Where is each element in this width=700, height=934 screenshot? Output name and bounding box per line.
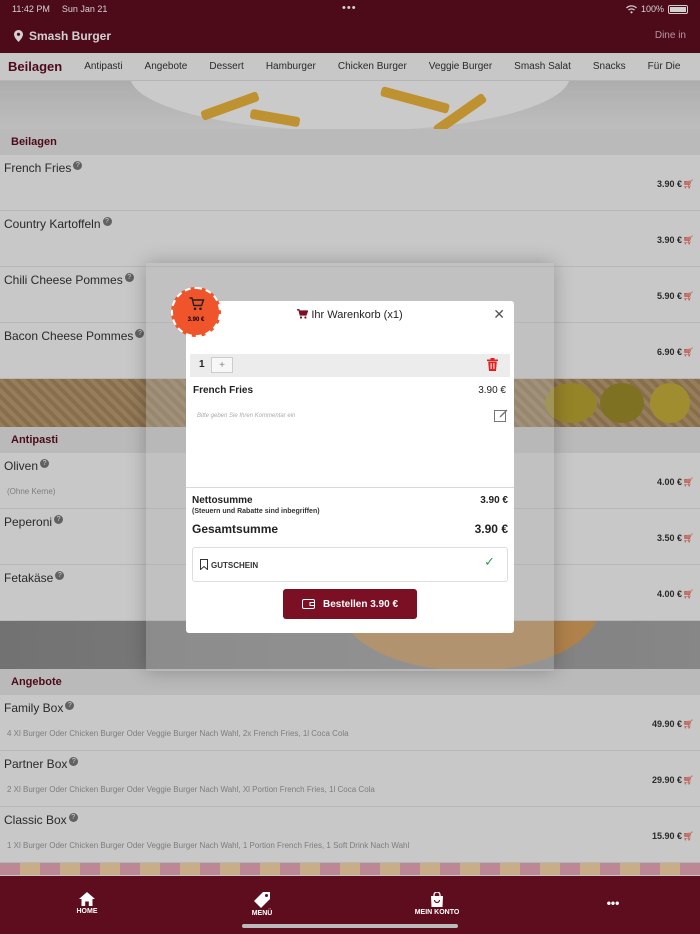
cart-badge[interactable]: 3.90 € <box>171 287 221 337</box>
shopping-bag-icon <box>431 892 443 907</box>
comment-input[interactable]: Bitte geben Sie Ihren Kommentar ein <box>197 413 295 419</box>
cart-badge-price: 3.90 € <box>187 317 205 323</box>
quantity-value: 1 <box>199 359 205 370</box>
quantity-plus-button[interactable]: + <box>211 357 233 373</box>
wallet-icon <box>301 599 315 609</box>
edit-icon[interactable] <box>494 408 508 422</box>
grand-total-value: 3.90 € <box>474 522 508 536</box>
check-icon[interactable]: ✓ <box>484 554 495 570</box>
more-icon[interactable]: ••• <box>568 896 658 910</box>
cart-item-price: 3.90 € <box>478 385 506 396</box>
coupon-label: GUTSCHEIN <box>211 561 259 570</box>
grand-total-label: Gesamtsumme <box>192 522 279 536</box>
nav-menu[interactable]: MENÜ <box>217 892 307 917</box>
cart-item-name: French Fries <box>193 385 254 396</box>
net-total-label: Nettosumme <box>192 495 253 506</box>
bookmark-icon <box>200 559 208 570</box>
nav-home[interactable]: HOME <box>42 892 132 915</box>
trash-icon[interactable] <box>487 358 498 371</box>
net-total-value: 3.90 € <box>480 495 508 506</box>
home-indicator <box>242 924 458 928</box>
quantity-bar: 1 + <box>190 354 510 377</box>
close-icon[interactable]: ✕ <box>493 306 505 323</box>
order-button[interactable]: Bestellen 3.90 € <box>283 589 417 619</box>
order-button-label: Bestellen 3.90 € <box>322 598 399 610</box>
home-icon <box>79 892 95 906</box>
tax-note: (Steuern und Rabatte sind inbegriffen) <box>192 508 320 515</box>
divider <box>186 487 514 488</box>
cart-modal: Ihr Warenkorb (x1) ✕ 1 + French Fries 3.… <box>186 301 514 633</box>
tag-icon <box>254 892 270 908</box>
nav-account[interactable]: MEIN KONTO <box>392 892 482 916</box>
bottom-nav: HOME MENÜ MEIN KONTO ••• <box>0 876 700 934</box>
cart-icon <box>189 297 205 311</box>
coupon-field[interactable]: GUTSCHEIN ✓ <box>192 547 508 582</box>
cart-icon <box>297 309 309 319</box>
cart-title: Ihr Warenkorb (x1) <box>186 309 514 321</box>
